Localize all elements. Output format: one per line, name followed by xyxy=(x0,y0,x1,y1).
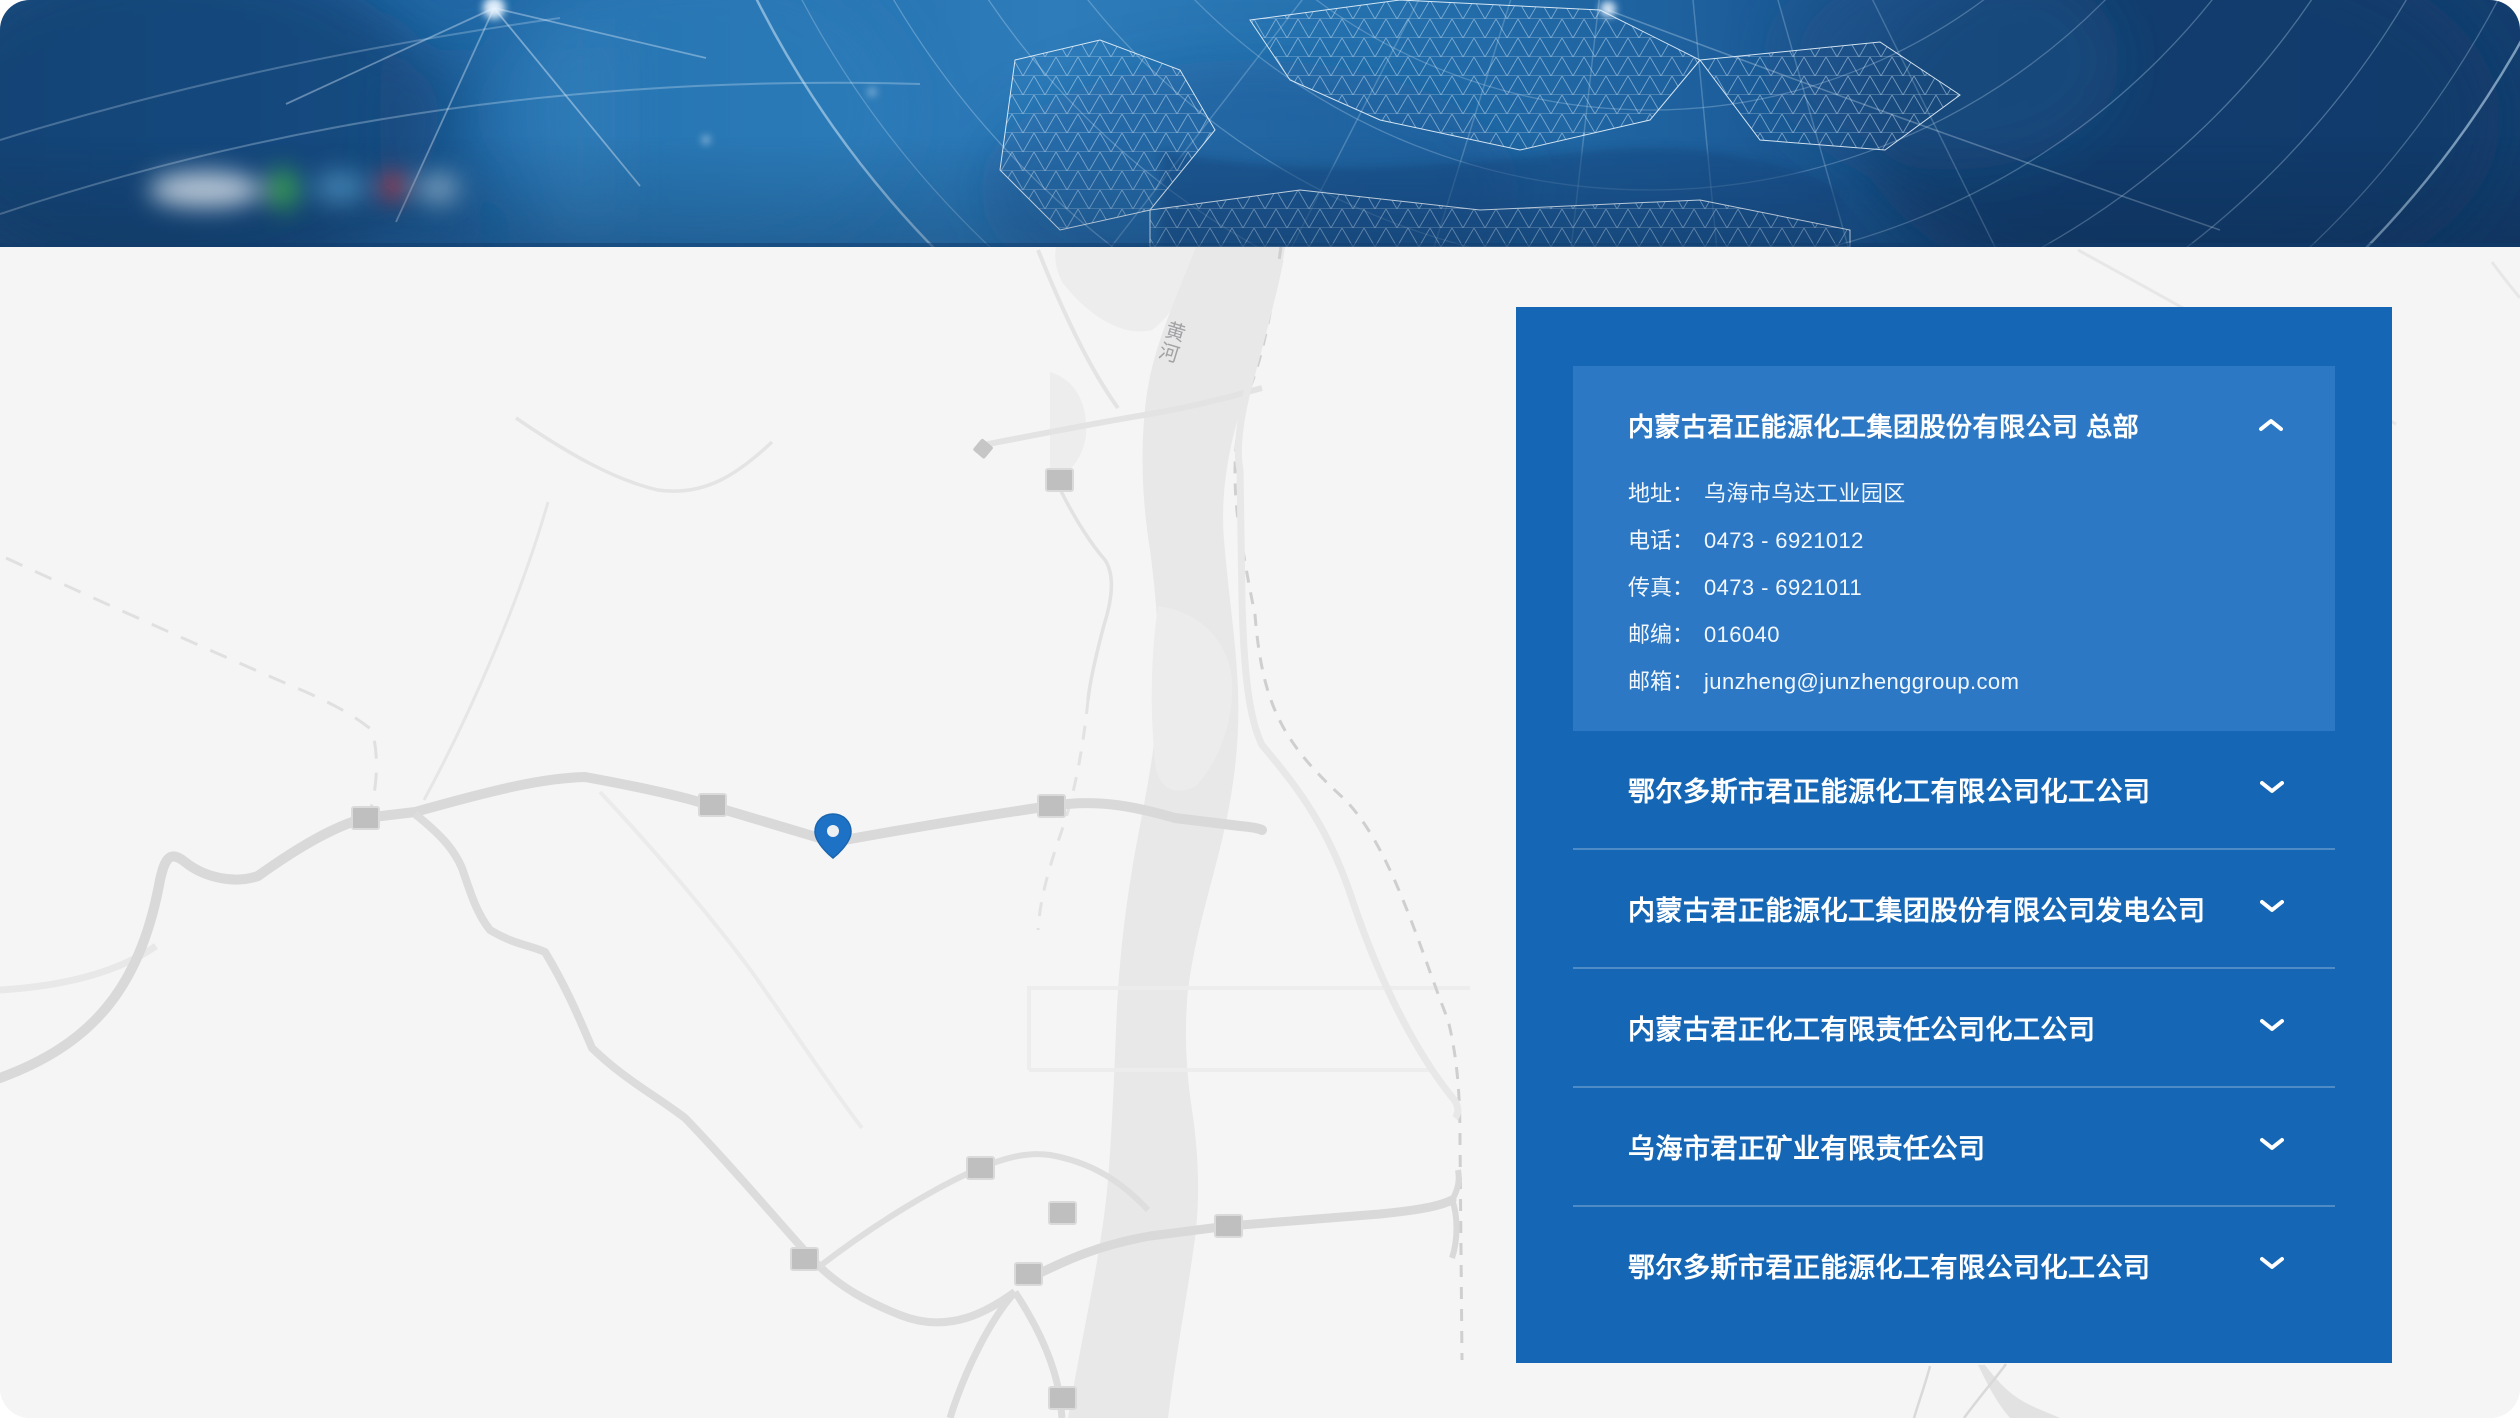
branch-accordion-item[interactable]: 内蒙古君正能源化工集团股份有限公司发电公司 xyxy=(1573,848,2335,967)
branch-accordion-item[interactable]: 鄂尔多斯市君正能源化工有限公司化工公司 xyxy=(1573,731,2335,848)
headquarters-title: 内蒙古君正能源化工集团股份有限公司 总部 xyxy=(1628,408,2139,446)
branch-list: 鄂尔多斯市君正能源化工有限公司化工公司 内蒙古君正能源化工集团股份有限公司发电公… xyxy=(1573,731,2335,1324)
headquarters-card: 内蒙古君正能源化工集团股份有限公司 总部 地址： 乌海市乌达工业园区 电话： 0… xyxy=(1573,366,2335,731)
page: 黄河 xyxy=(0,0,2520,1418)
detail-row-phone: 电话： 0473 - 6921012 xyxy=(1628,517,2283,564)
detail-row-email: 邮箱： junzheng@junzhenggroup.com xyxy=(1628,658,2283,705)
branch-accordion-item[interactable]: 乌海市君正矿业有限责任公司 xyxy=(1573,1086,2335,1205)
chevron-up-icon xyxy=(2259,418,2283,437)
chevron-down-icon xyxy=(2260,1256,2284,1275)
branch-accordion-item[interactable]: 鄂尔多斯市君正能源化工有限公司化工公司 xyxy=(1573,1205,2335,1324)
branch-accordion-item[interactable]: 内蒙古君正化工有限责任公司化工公司 xyxy=(1573,967,2335,1086)
detail-row-zipcode: 邮编： 016040 xyxy=(1628,611,2283,658)
chevron-down-icon xyxy=(2260,1018,2284,1037)
contact-panel: 内蒙古君正能源化工集团股份有限公司 总部 地址： 乌海市乌达工业园区 电话： 0… xyxy=(1516,307,2392,1363)
chevron-down-icon xyxy=(2260,1137,2284,1156)
map-pin-icon xyxy=(815,814,851,858)
chevron-down-icon xyxy=(2260,899,2284,918)
chevron-down-icon xyxy=(2260,780,2284,799)
hero-banner xyxy=(0,0,2520,247)
detail-row-fax: 传真： 0473 - 6921011 xyxy=(1628,564,2283,611)
headquarters-accordion-header[interactable]: 内蒙古君正能源化工集团股份有限公司 总部 xyxy=(1628,408,2283,446)
detail-row-address: 地址： 乌海市乌达工业园区 xyxy=(1628,470,2283,517)
headquarters-details: 地址： 乌海市乌达工业园区 电话： 0473 - 6921012 传真： 047… xyxy=(1628,470,2283,705)
